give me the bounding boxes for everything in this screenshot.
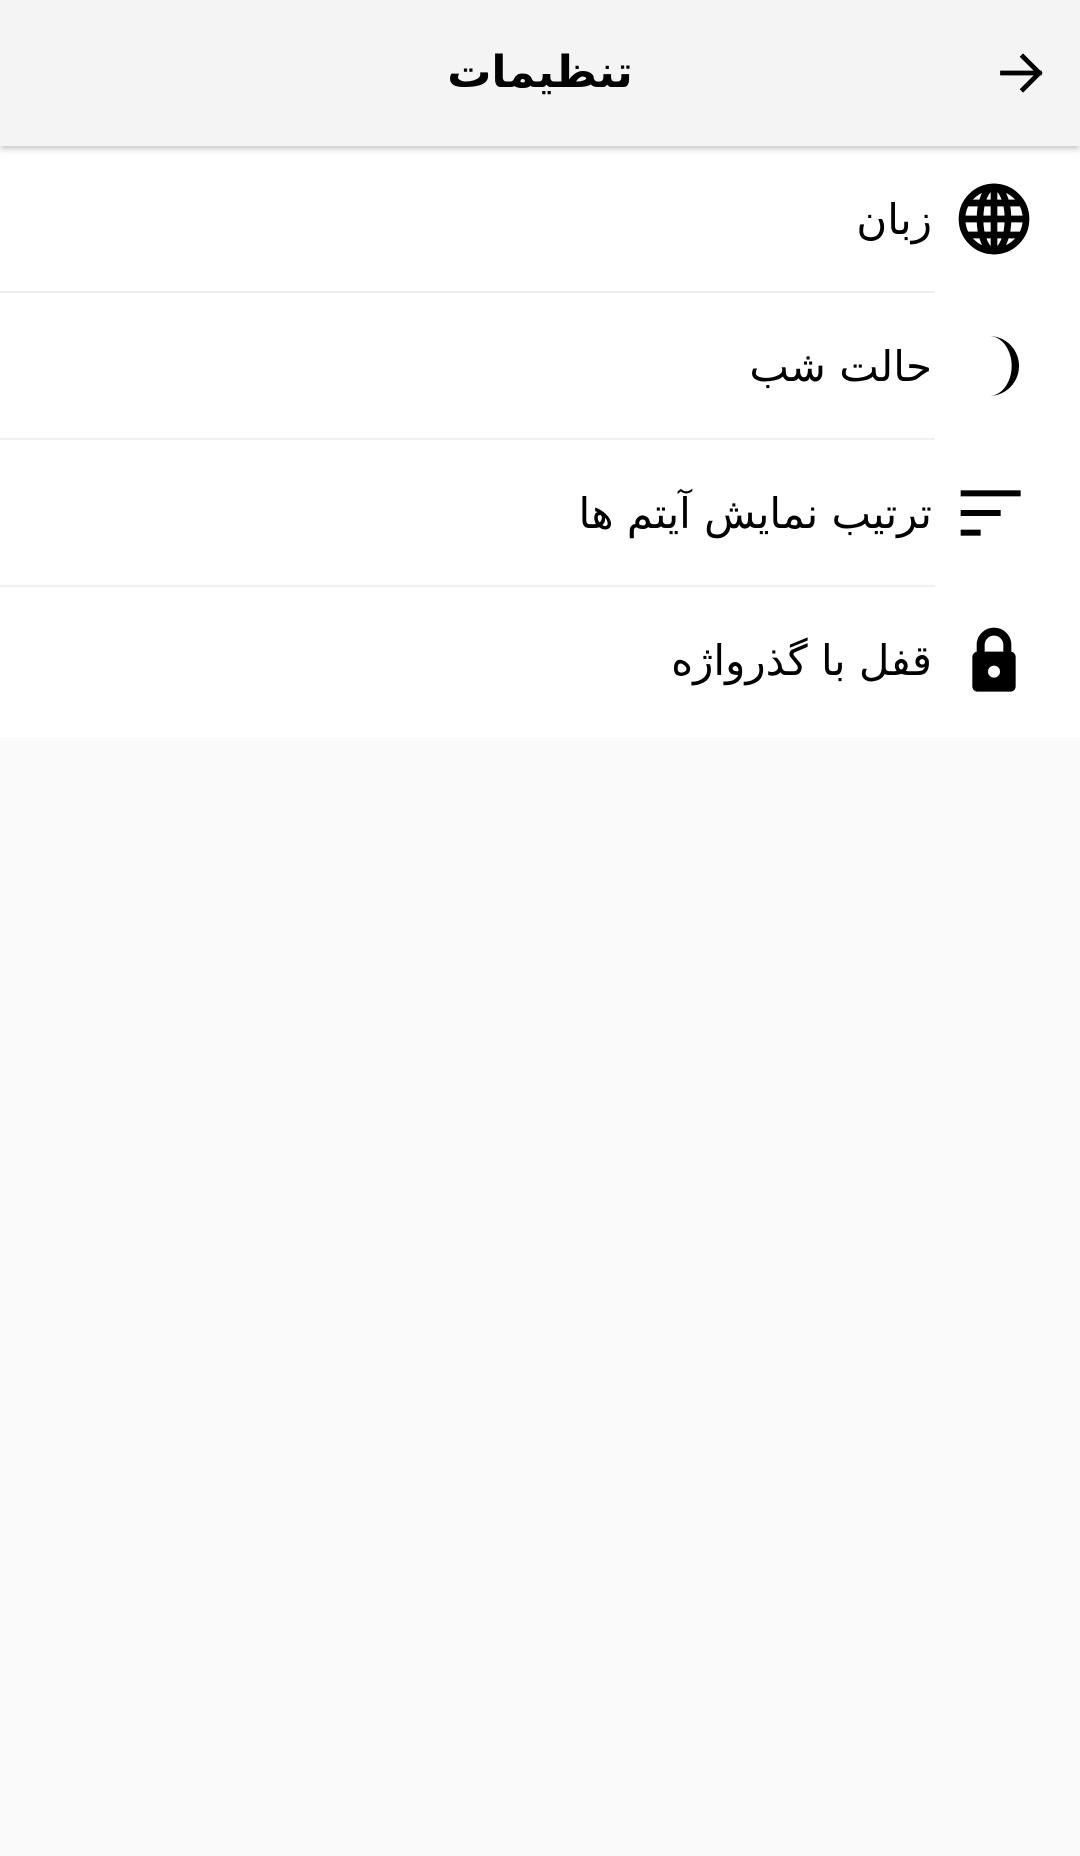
settings-item-label: قفل با گذرواژه [671,636,932,685]
settings-item-language[interactable]: زبان [0,146,1080,293]
settings-item-label: زبان [856,195,932,244]
settings-list: زبان حالت شب ترتیب نمایش آیتم ها قفل با … [0,146,1080,737]
settings-item-night-mode[interactable]: حالت شب [0,293,1080,440]
arrow-forward-icon [1000,53,1043,93]
settings-item-label: حالت شب [749,342,932,391]
globe-icon [954,179,1034,259]
settings-item-password-lock[interactable]: قفل با گذرواژه [0,587,1080,737]
page-title: تنظیمات [447,47,633,98]
settings-item-sort-order[interactable]: ترتیب نمایش آیتم ها [0,440,1080,587]
app-bar: تنظیمات [0,0,1080,146]
settings-item-label: ترتیب نمایش آیتم ها [578,489,932,538]
moon-icon [954,326,1034,406]
lock-icon [954,620,1034,700]
back-button[interactable] [990,41,1054,105]
sort-icon [954,473,1034,553]
